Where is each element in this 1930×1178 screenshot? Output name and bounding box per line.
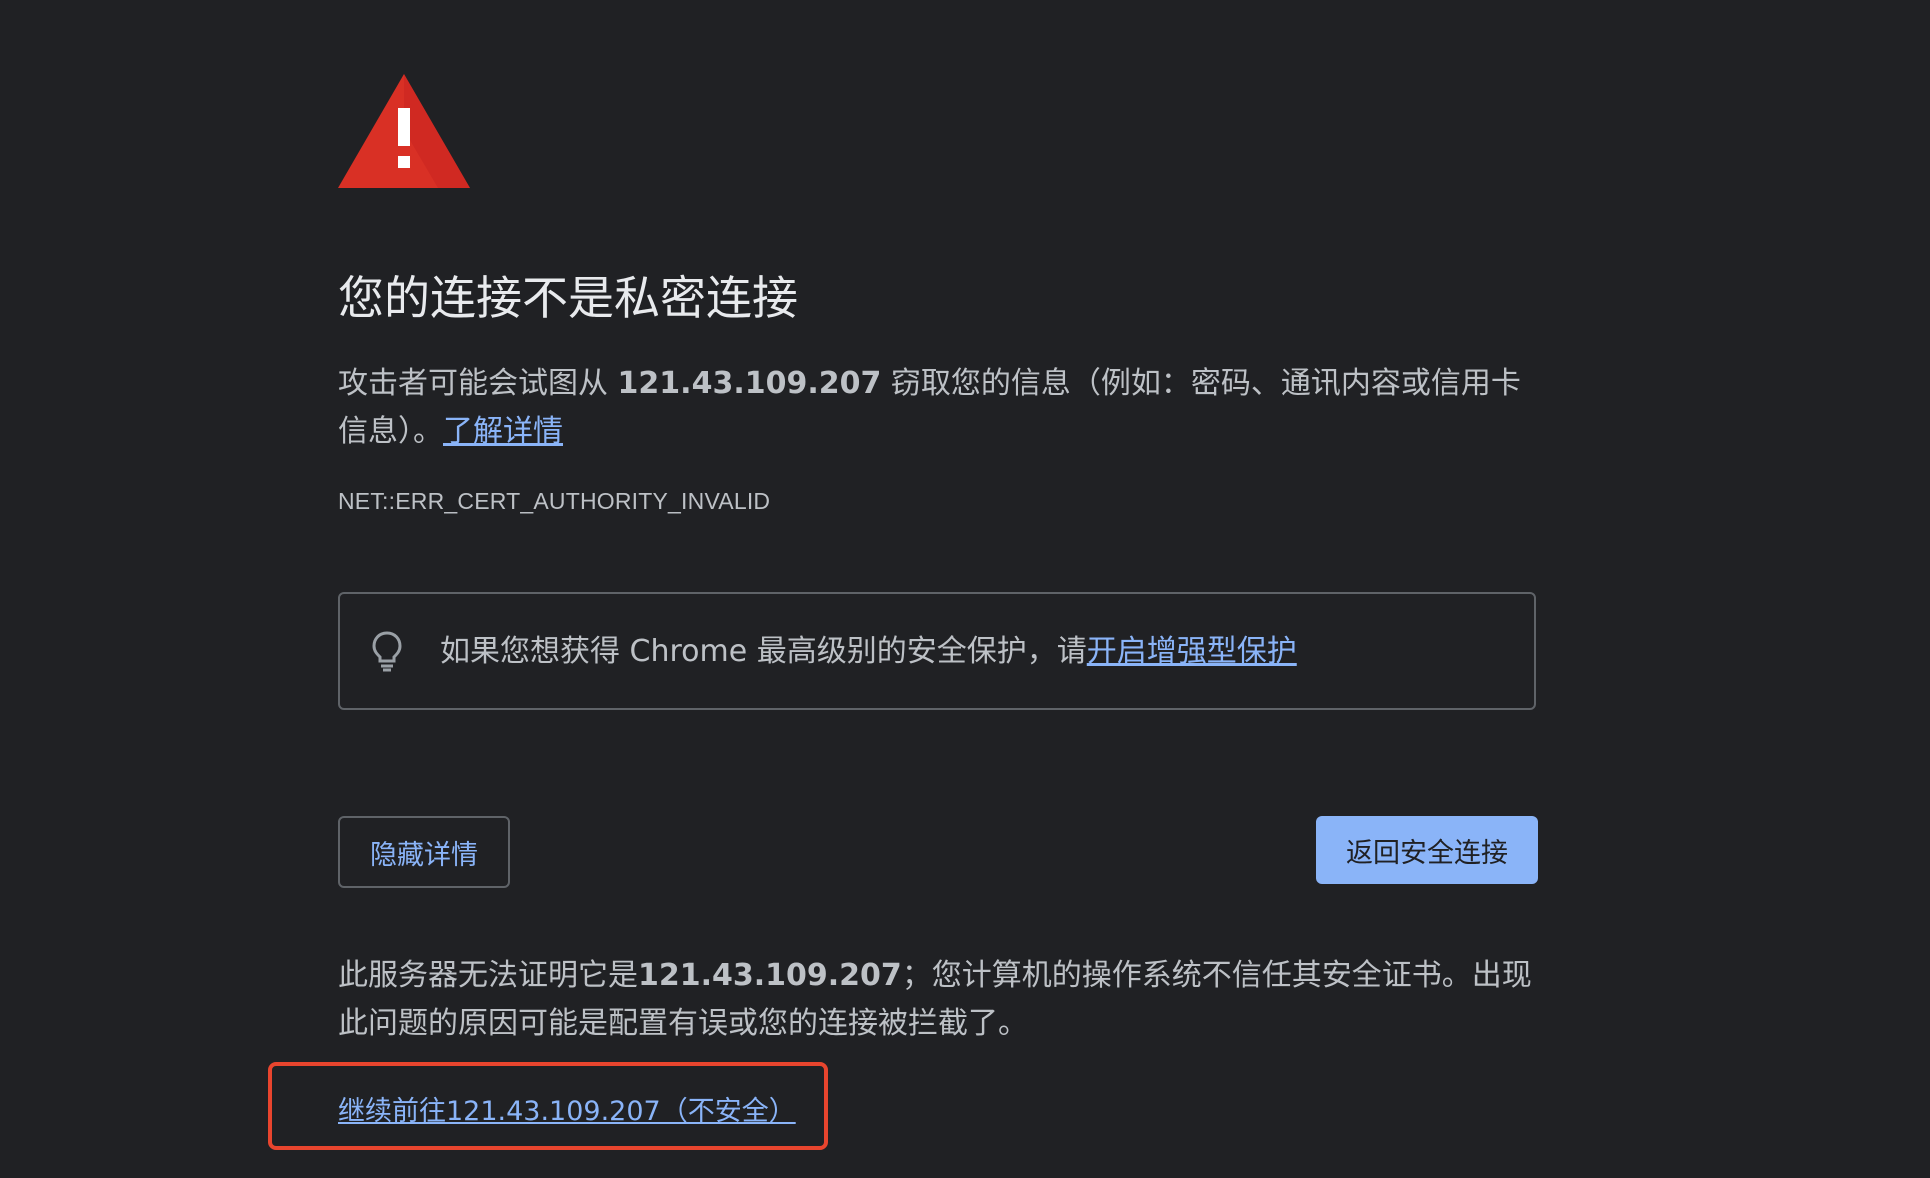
back-to-safety-button[interactable]: 返回安全连接 [1316,816,1538,884]
learn-more-link[interactable]: 了解详情 [443,414,563,449]
details-host: 121.43.109.207 [638,958,902,993]
proceed-container: 继续前往121.43.109.207（不安全） [338,1088,796,1136]
tip-label: 如果您想获得 Chrome 最高级别的安全保护，请 [440,634,1087,669]
tip-text: 如果您想获得 Chrome 最高级别的安全保护，请开启增强型保护 [440,630,1297,674]
warning-triangle-icon [338,74,470,188]
error-code: NET::ERR_CERT_AUTHORITY_INVALID [338,488,771,514]
proceed-unsafe-link[interactable]: 继续前往121.43.109.207（不安全） [338,1096,796,1127]
hide-details-button[interactable]: 隐藏详情 [338,816,510,888]
interstitial-page: 您的连接不是私密连接 攻击者可能会试图从 121.43.109.207 窃取您的… [0,0,1930,1178]
intro-host: 121.43.109.207 [617,366,882,401]
details-before-host: 此服务器无法证明它是 [338,958,638,993]
enhanced-protection-tip: 如果您想获得 Chrome 最高级别的安全保护，请开启增强型保护 [338,592,1536,710]
intro-text: 攻击者可能会试图从 121.43.109.207 窃取您的信息（例如：密码、通讯… [338,360,1538,456]
page-title: 您的连接不是私密连接 [338,271,798,325]
details-text: 此服务器无法证明它是121.43.109.207；您计算机的操作系统不信任其安全… [338,952,1558,1048]
enhanced-protection-link[interactable]: 开启增强型保护 [1087,634,1297,669]
intro-before-host: 攻击者可能会试图从 [338,366,618,401]
lightbulb-icon [372,631,402,672]
